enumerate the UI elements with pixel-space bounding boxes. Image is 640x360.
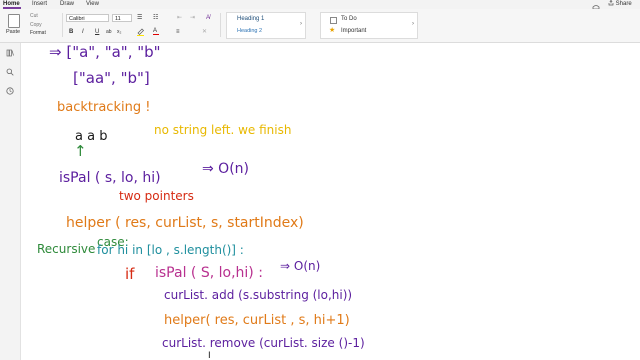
style-heading-1[interactable]: Heading 1 [237,16,264,22]
strikethrough-button[interactable]: ab [106,28,112,36]
cut-button[interactable]: Cut [30,13,38,19]
italic-button[interactable]: I [82,28,84,36]
bullet-list-icon[interactable]: ☰ [137,14,142,22]
two-pointers-note: two pointers [119,189,194,203]
pointer-arrow: ↑ [74,142,87,160]
ribbon-divider [62,13,63,37]
notifications-icon[interactable] [592,0,600,11]
ispal-signature: isPal ( s, lo, hi) [59,170,161,186]
if-condition: isPal ( S, lo,hi) : [155,265,263,281]
notebooks-icon[interactable] [6,49,14,59]
font-size-select[interactable]: 11 [112,14,132,22]
copy-button[interactable]: Copy [30,22,42,28]
menu-draw[interactable]: Draw [60,0,74,9]
ispal-complexity: ⇒ O(n) [202,161,249,177]
format-painter-button[interactable]: Format [30,30,46,36]
align-icon[interactable]: ≡ [176,28,180,36]
backtracking-note: backtracking ! [57,100,151,115]
remove-line: curList. remove (curList. size ()-1) [162,336,365,350]
underline-button[interactable]: U [95,28,99,36]
numbered-list-icon[interactable]: ☷ [153,14,158,22]
share-icon [608,0,614,6]
bold-button[interactable]: B [69,28,73,36]
chevron-right-icon[interactable]: › [300,21,302,27]
helper-call: helper( res, curList , s, hi+1) [164,313,350,328]
star-icon: ★ [329,27,336,34]
text-cursor-icon: I [208,351,211,360]
recent-icon[interactable] [6,87,14,97]
highlight-icon[interactable] [136,27,145,39]
subscript-button[interactable]: x₂ [117,28,121,36]
list-result-1: ⇒ ["a", "a", "b" [49,43,161,61]
sidebar [0,43,21,360]
tags-gallery[interactable]: To Do ★ Important › [320,12,418,39]
font-color-icon[interactable]: A [153,27,159,35]
tag-important[interactable]: Important [341,28,366,34]
if-complexity: ⇒ O(n) [280,259,321,273]
menu-bar: Home Insert Draw View Share [0,0,640,11]
note-canvas[interactable]: ⇒ ["a", "a", "b" ["aa", "b"] backtrackin… [21,43,640,360]
for-loop-line: for hi in [lo , s.length()] : [97,243,244,257]
ribbon-divider [220,13,221,37]
indent-icon[interactable]: ⇥ [190,14,195,22]
share-label: Share [615,1,632,7]
ribbon: Paste Cut Copy Format Calibri 11 ☰ ☷ ⇤ ⇥… [0,9,640,43]
clear-format-icon[interactable]: A̸ [206,14,210,22]
recursive-label: Recursive [37,242,96,256]
list-result-2: ["aa", "b"] [73,69,150,87]
helper-signature: helper ( res, curList, s, startIndex) [66,215,304,231]
delete-icon[interactable]: ✕ [202,28,207,36]
outdent-icon[interactable]: ⇤ [177,14,182,22]
checkbox-icon [330,17,337,24]
no-string-note: no string left. we finish [154,123,292,137]
paste-icon[interactable] [8,14,20,28]
styles-gallery[interactable]: Heading 1 Heading 2 › [226,12,306,39]
chevron-right-icon[interactable]: › [412,21,414,27]
font-name-select[interactable]: Calibri [66,14,109,22]
paste-label[interactable]: Paste [6,29,20,35]
if-keyword: if [125,265,135,283]
share-button[interactable]: Share [608,0,632,9]
add-line: curList. add (s.substring (lo,hi)) [164,288,353,302]
tag-todo[interactable]: To Do [341,16,357,22]
style-heading-2[interactable]: Heading 2 [237,28,262,34]
search-icon[interactable] [6,68,14,78]
menu-view[interactable]: View [86,0,99,9]
menu-insert[interactable]: Insert [32,0,47,9]
